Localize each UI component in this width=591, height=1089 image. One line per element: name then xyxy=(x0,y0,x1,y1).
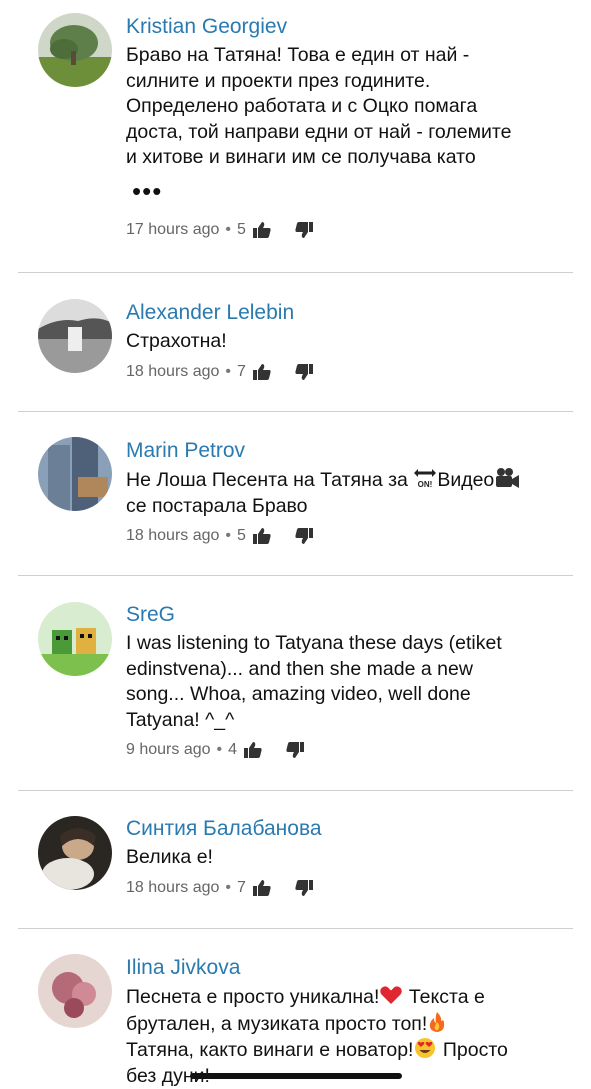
divider xyxy=(18,575,573,576)
comment-text-part: Видео xyxy=(437,469,494,491)
comment-meta: 17 hours ago • 5 xyxy=(126,217,575,243)
separator-dot: • xyxy=(225,221,231,239)
comment-text: I was listening to Tatyana these days (e… xyxy=(126,631,575,733)
comment-text: Браво на Татяна! Това е един от най - си… xyxy=(126,43,575,171)
comment-meta: 18 hours ago • 5 xyxy=(126,523,575,549)
comment-text-line: I was listening to Tatyana these days (e… xyxy=(126,631,575,657)
comment-text-line: Браво на Татяна! Това е един от най - xyxy=(126,43,575,69)
comment-text-line: song... Whoa, amazing video, well done xyxy=(126,682,575,708)
separator-dot: • xyxy=(225,527,231,545)
comment-text-line: Велика е! xyxy=(126,845,575,871)
comment-text-part: Просто xyxy=(437,1039,507,1061)
like-count: 5 xyxy=(237,221,246,239)
thumbs-up-icon[interactable] xyxy=(252,220,272,240)
thumbs-down-icon[interactable] xyxy=(294,878,314,898)
thumbs-up-icon[interactable] xyxy=(243,740,263,760)
comment-author[interactable]: Ilina Jivkova xyxy=(126,955,575,981)
comment-author[interactable]: SreG xyxy=(126,602,575,628)
avatar[interactable] xyxy=(38,437,112,511)
comment-text-line: edinstvena)... and then she made a new xyxy=(126,657,575,683)
comment-author[interactable]: Alexander Lelebin xyxy=(126,300,575,326)
comment-text-line: и хитове и винаги им се получава като xyxy=(126,145,575,171)
divider xyxy=(18,928,573,929)
like-count: 4 xyxy=(228,741,237,759)
comment-text: Не Лоша Песента на Татяна за ON! Видео се… xyxy=(126,467,575,519)
avatar[interactable] xyxy=(38,816,112,890)
comment-meta: 18 hours ago • 7 xyxy=(126,875,575,901)
comment-text-line: силните и проекти през годините. xyxy=(126,69,575,95)
comment-text-part: Текста е xyxy=(403,986,484,1008)
on-arrow-emoji: ON! xyxy=(413,467,437,489)
comment-text-line: се постарала Браво xyxy=(126,494,575,520)
like-count: 5 xyxy=(237,527,246,545)
comment-text-line: Страхотна! xyxy=(126,329,575,355)
fire-emoji xyxy=(427,1011,447,1033)
thumbs-down-icon[interactable] xyxy=(285,740,305,760)
comment-text-line: доста, той направи едни от най - големит… xyxy=(126,120,575,146)
avatar[interactable] xyxy=(38,602,112,676)
red-heart-emoji xyxy=(379,984,403,1006)
divider xyxy=(18,272,573,273)
home-indicator[interactable] xyxy=(190,1073,402,1079)
thumbs-up-icon[interactable] xyxy=(252,526,272,546)
movie-camera-emoji xyxy=(494,467,520,489)
comment-text-line: Татяна, както винаги е новатор! Просто xyxy=(126,1037,575,1064)
like-count: 7 xyxy=(237,879,246,897)
comment-text-line: Tatyana! ^_^ xyxy=(126,708,575,734)
on-label: ON! xyxy=(418,480,433,489)
thumbs-down-icon[interactable] xyxy=(294,220,314,240)
comment-author[interactable]: Marin Petrov xyxy=(126,438,575,464)
heart-eyes-emoji xyxy=(413,1037,437,1059)
comment-author[interactable]: Kristian Georgiev xyxy=(126,14,575,40)
comment-time: 17 hours ago xyxy=(126,221,219,239)
separator-dot: • xyxy=(225,879,231,897)
comment-text-line: Не Лоша Песента на Татяна за ON! Видео xyxy=(126,467,575,494)
comment-text-part: брутален, а музиката просто топ! xyxy=(126,1013,427,1035)
comment-text: Велика е! xyxy=(126,845,575,871)
separator-dot: • xyxy=(217,741,223,759)
comment-text-line: Песнета е просто уникална! Текста е xyxy=(126,984,575,1011)
comment-text-part: Песнета е просто уникална! xyxy=(126,986,379,1008)
comment-text-line: Определено работата и с Оцко помага xyxy=(126,94,575,120)
like-count: 7 xyxy=(237,363,246,381)
separator-dot: • xyxy=(225,363,231,381)
comment-meta: 9 hours ago • 4 xyxy=(126,737,575,763)
comment-time: 18 hours ago xyxy=(126,879,219,897)
avatar[interactable] xyxy=(38,299,112,373)
divider xyxy=(18,411,573,412)
comment-text-line: брутален, а музиката просто топ! xyxy=(126,1011,575,1038)
comment-author[interactable]: Синтия Балабанова xyxy=(126,816,575,842)
comment-text: Страхотна! xyxy=(126,329,575,355)
avatar[interactable] xyxy=(38,954,112,1028)
comment-meta: 18 hours ago • 7 xyxy=(126,359,575,385)
comment-text-part: Татяна, както винаги е новатор! xyxy=(126,1039,413,1061)
thumbs-down-icon[interactable] xyxy=(294,526,314,546)
comment-time: 18 hours ago xyxy=(126,363,219,381)
divider xyxy=(18,790,573,791)
thumbs-up-icon[interactable] xyxy=(252,362,272,382)
thumbs-down-icon[interactable] xyxy=(294,362,314,382)
thumbs-up-icon[interactable] xyxy=(252,878,272,898)
comment-text-part: Не Лоша Песента на Татяна за xyxy=(126,469,413,491)
comment-time: 9 hours ago xyxy=(126,741,211,759)
more-button[interactable]: ••• xyxy=(132,181,575,201)
avatar[interactable] xyxy=(38,13,112,87)
comment-time: 18 hours ago xyxy=(126,527,219,545)
